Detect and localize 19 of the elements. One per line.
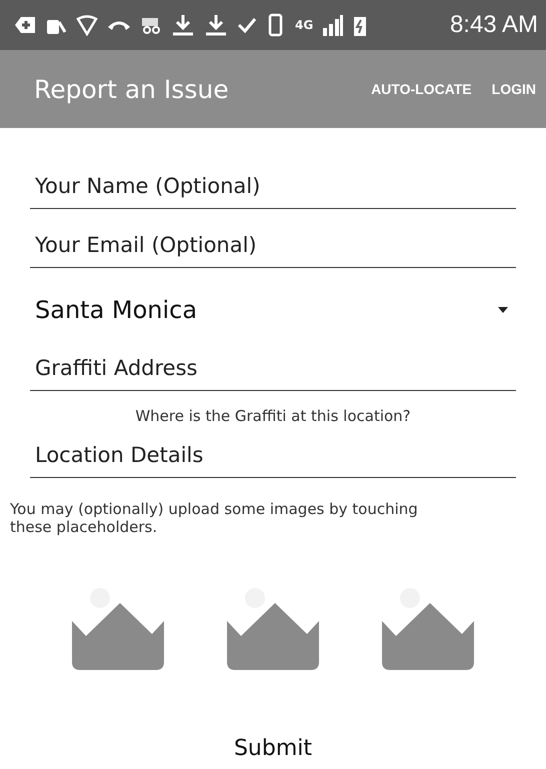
download-icon (204, 13, 228, 37)
text-field[interactable]: Your Email (Optional) (30, 215, 516, 268)
phone-icon (107, 20, 131, 30)
dropdown-caret-icon (498, 307, 508, 313)
text-field[interactable]: Graffiti Address (30, 338, 516, 391)
submit-button[interactable]: Submit (218, 730, 328, 767)
field-hint: Where is the Graffiti at this location? (134, 407, 412, 425)
clock-time: 8:43 AM (450, 11, 538, 39)
battery-icon (353, 14, 368, 36)
network-type: 4G (295, 18, 314, 32)
city-dropdown[interactable]: Santa Monica (30, 274, 516, 336)
signal-icon (322, 14, 344, 36)
text-field[interactable]: Your Name (Optional) (30, 156, 516, 209)
screen-title: Report an Issue (34, 74, 229, 104)
upload-note: You may (optionally) upload some images by touching these placeholders. (10, 500, 419, 536)
plus-tag-icon (14, 14, 36, 36)
check-icon (237, 15, 257, 35)
download-icon (171, 13, 195, 37)
text-field[interactable]: Location Details (30, 425, 516, 478)
